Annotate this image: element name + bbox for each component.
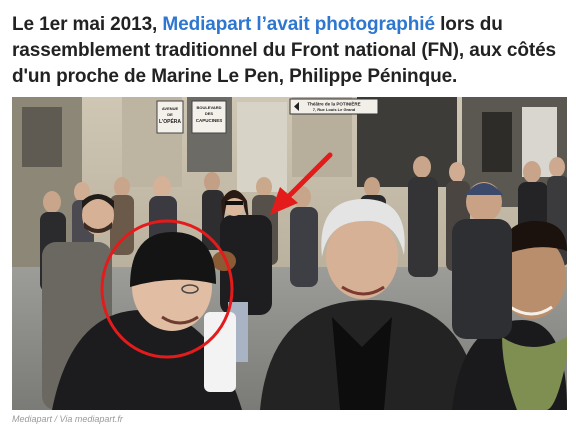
theatre-sign: Théâtre de la POTINIÈRE 7, Rue Louis Le …	[289, 98, 379, 115]
photo-illustration: AVENUE DE L'OPÉRA BOULEVARD DES CAPUCINE…	[12, 97, 567, 410]
svg-text:DES: DES	[205, 111, 214, 116]
svg-text:BOULEVARD: BOULEVARD	[196, 105, 221, 110]
headline-text-start: Le 1er mai 2013,	[12, 14, 163, 35]
svg-text:7, Rue Louis Le Grand: 7, Rue Louis Le Grand	[313, 107, 356, 112]
article-photo: AVENUE DE L'OPÉRA BOULEVARD DES CAPUCINE…	[12, 97, 567, 410]
svg-text:DE: DE	[167, 112, 173, 117]
svg-text:CAPUCINES: CAPUCINES	[196, 118, 223, 123]
headline: Le 1er mai 2013, Mediapart l’avait photo…	[12, 12, 568, 90]
photo-credit: Mediapart / Via mediapart.fr	[12, 414, 123, 424]
svg-text:L'OPÉRA: L'OPÉRA	[159, 117, 181, 125]
mediapart-link[interactable]: Mediapart l’avait photographié	[162, 14, 435, 35]
street-sign-capucines: BOULEVARD DES CAPUCINES	[191, 100, 227, 134]
svg-text:Théâtre de la POTINIÈRE: Théâtre de la POTINIÈRE	[307, 100, 360, 107]
svg-text:AVENUE: AVENUE	[162, 106, 179, 111]
street-sign-opera: AVENUE DE L'OPÉRA	[156, 100, 184, 134]
